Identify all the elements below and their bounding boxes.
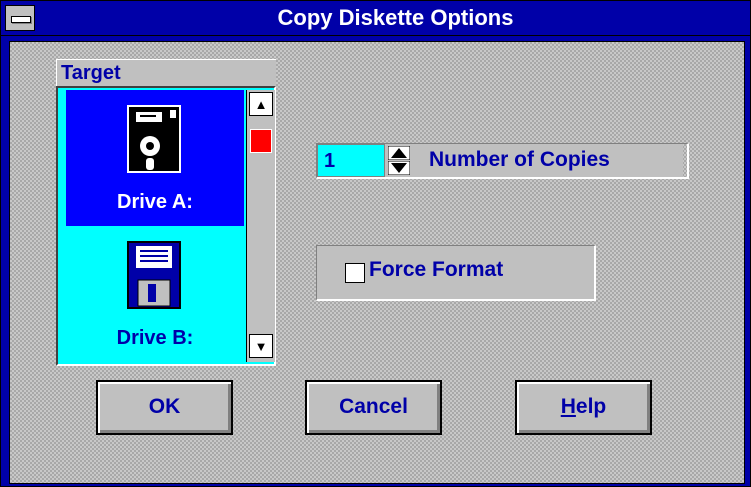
- floppy-disk-5-25-icon: [127, 105, 181, 173]
- ok-button[interactable]: OK: [96, 380, 233, 435]
- help-accelerator: H: [560, 395, 576, 418]
- help-button[interactable]: Help: [515, 380, 652, 435]
- drive-b-label: Drive B:: [116, 327, 194, 349]
- window-title: Copy Diskette Options: [277, 5, 514, 30]
- drive-list-items: Drive A: Drive B:: [66, 90, 244, 362]
- target-list-label: Target: [56, 59, 276, 86]
- list-scrollbar[interactable]: ▲ ▼: [246, 90, 275, 362]
- force-format-group: Force Format: [316, 245, 596, 301]
- floppy-disk-3-5-icon: [127, 241, 181, 309]
- scroll-thumb[interactable]: [250, 129, 272, 153]
- spin-up-arrow-icon[interactable]: [388, 146, 410, 160]
- system-menu-icon: [11, 16, 31, 23]
- drive-a-label: Drive A:: [117, 191, 193, 213]
- copies-label: Number of Copies: [413, 144, 683, 177]
- force-format-label[interactable]: Force Format: [369, 258, 503, 282]
- force-format-checkbox[interactable]: [345, 263, 365, 283]
- copies-spinner[interactable]: [385, 144, 413, 177]
- scroll-down-arrow-icon[interactable]: ▼: [249, 334, 273, 358]
- drive-b-item[interactable]: Drive B:: [66, 226, 244, 362]
- system-menu-button[interactable]: [5, 5, 35, 31]
- copies-input[interactable]: 1: [317, 144, 385, 177]
- copies-group: 1 Number of Copies: [316, 143, 689, 179]
- cancel-button[interactable]: Cancel: [305, 380, 442, 435]
- target-drive-list[interactable]: Drive A: Drive B: ▲ ▼: [56, 86, 276, 366]
- drive-a-item[interactable]: Drive A:: [66, 90, 244, 226]
- title-bar[interactable]: Copy Diskette Options: [1, 1, 750, 36]
- spin-down-arrow-icon[interactable]: [388, 161, 410, 175]
- scroll-up-arrow-icon[interactable]: ▲: [249, 92, 273, 116]
- help-label-rest: elp: [575, 395, 607, 418]
